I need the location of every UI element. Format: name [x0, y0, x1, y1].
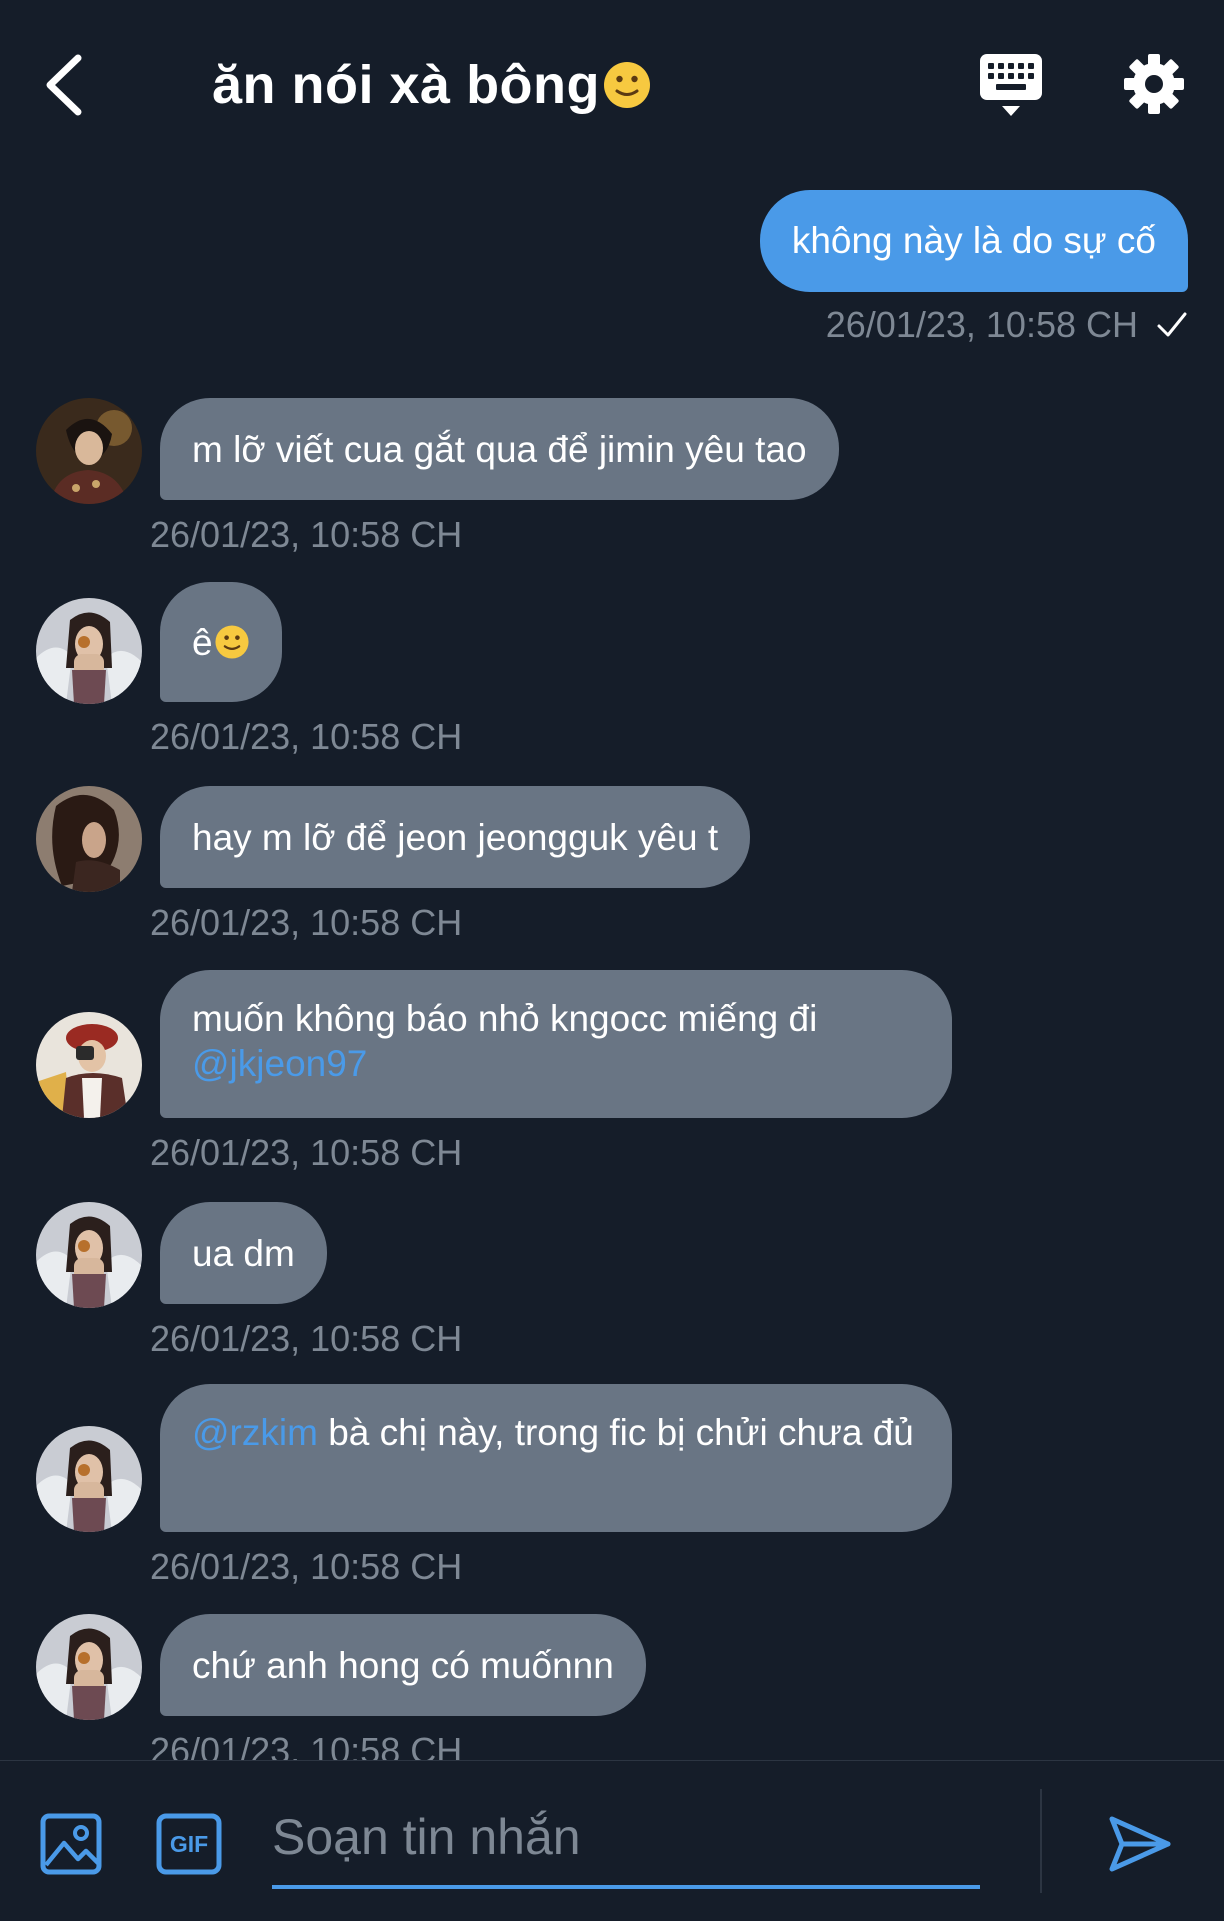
- incoming-message-bubble[interactable]: chứ anh hong có muốnnn: [160, 1614, 646, 1716]
- keyboard-icon: [980, 54, 1042, 116]
- incoming-message-bubble[interactable]: ua dm: [160, 1202, 327, 1304]
- settings-button[interactable]: [1122, 52, 1186, 116]
- composer-divider: [1040, 1789, 1042, 1893]
- incoming-message-bubble[interactable]: @rzkim bà chị này, trong fic bị chửi chư…: [160, 1384, 952, 1532]
- timestamp-text: 26/01/23, 10:58 CH: [825, 304, 1138, 345]
- avatar[interactable]: [36, 1426, 142, 1532]
- message-text: muốn không báo nhỏ kngocc miếng đi: [192, 998, 818, 1039]
- conversation-title-text: ăn nói xà bông: [212, 55, 601, 115]
- message-timestamp: 26/01/23, 10:58 CH: [150, 1546, 463, 1587]
- slightly-smiling-face-icon: [602, 60, 652, 110]
- message-timestamp: 26/01/23, 10:58 CH: [150, 1132, 463, 1173]
- message-timestamp: 26/01/23, 10:58 CH: [150, 1318, 463, 1359]
- incoming-message-bubble[interactable]: muốn không báo nhỏ kngocc miếng đi @jkje…: [160, 970, 952, 1118]
- conversation-title: ăn nói xà bông: [212, 50, 652, 120]
- message-text: hay m lỡ để jeon jeongguk yêu t: [192, 816, 719, 858]
- message-timestamp: 26/01/23, 10:58 CH: [150, 1730, 463, 1760]
- outgoing-message-bubble[interactable]: không này là do sự cố: [759, 190, 1188, 292]
- outgoing-timestamp: 26/01/23, 10:58 CH: [826, 304, 1188, 346]
- gif-label: GIF: [169, 1830, 209, 1857]
- avatar[interactable]: [36, 786, 142, 892]
- message-text: ê: [192, 621, 213, 663]
- send-icon: [1109, 1816, 1171, 1872]
- message-text: m lỡ viết cua gắt qua để jimin yêu tao: [192, 428, 807, 470]
- user-mention-link[interactable]: @rzkim: [192, 1412, 318, 1453]
- gif-button[interactable]: GIF: [156, 1813, 222, 1875]
- message-text: ua dm: [192, 1232, 295, 1274]
- message-text: không này là do sự cố: [791, 220, 1156, 261]
- user-mention-link[interactable]: @jkjeon97: [192, 1041, 920, 1086]
- message-input[interactable]: [272, 1789, 980, 1889]
- message-text: chứ anh hong có muốnnn: [192, 1644, 614, 1686]
- message-text: bà chị này, trong fic bị chửi chưa đủ: [317, 1412, 914, 1453]
- avatar[interactable]: [36, 598, 142, 704]
- avatar[interactable]: [36, 1012, 142, 1118]
- send-button[interactable]: [1104, 1809, 1174, 1879]
- chevron-left-icon: [46, 54, 82, 116]
- back-button[interactable]: [40, 50, 90, 120]
- gear-icon: [1124, 54, 1184, 114]
- message-timestamp: 26/01/23, 10:58 CH: [150, 514, 463, 555]
- slightly-smiling-face-icon: [214, 624, 250, 660]
- message-composer: GIF: [0, 1760, 1224, 1921]
- avatar[interactable]: [36, 1202, 142, 1308]
- chat-header: ăn nói xà bông: [0, 0, 1224, 170]
- message-list[interactable]: không này là do sự cố 26/01/23, 10:58 CH…: [0, 170, 1224, 1760]
- keyboard-button[interactable]: [978, 52, 1044, 118]
- checkmark-icon: [1157, 312, 1187, 337]
- incoming-message-bubble[interactable]: hay m lỡ để jeon jeongguk yêu t: [160, 786, 751, 888]
- attach-image-button[interactable]: [40, 1813, 102, 1875]
- message-timestamp: 26/01/23, 10:58 CH: [150, 716, 463, 757]
- message-timestamp: 26/01/23, 10:58 CH: [150, 902, 463, 943]
- image-icon: [40, 1813, 102, 1875]
- incoming-message-bubble[interactable]: m lỡ viết cua gắt qua để jimin yêu tao: [160, 398, 839, 500]
- incoming-message-bubble[interactable]: ê: [160, 582, 282, 702]
- avatar[interactable]: [36, 1614, 142, 1720]
- avatar[interactable]: [36, 398, 142, 504]
